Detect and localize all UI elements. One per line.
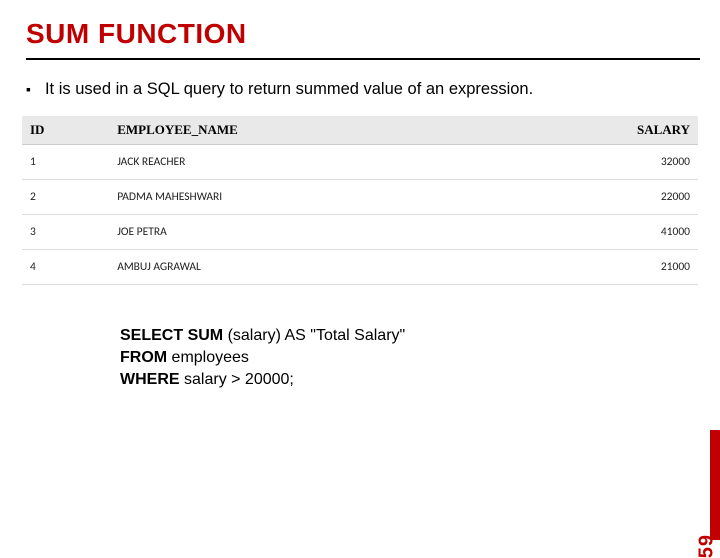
sql-query: SELECT SUM (salary) AS "Total Salary" FR… [120,325,694,391]
cell-name: JOE PETRA [109,215,500,250]
accent-side-bar [710,430,720,540]
where-clause: salary > 20000; [180,371,294,388]
col-id: ID [22,116,109,145]
cell-id: 2 [22,180,109,215]
bullet-text: It is used in a SQL query to return summ… [45,78,533,100]
table-row: 3 JOE PETRA 41000 [22,215,698,250]
cell-name: AMBUJ AGRAWAL [109,250,500,285]
table-row: 4 AMBUJ AGRAWAL 21000 [22,250,698,285]
table-row: 2 PADMA MAHESHWARI 22000 [22,180,698,215]
cell-name: PADMA MAHESHWARI [109,180,500,215]
cell-salary: 41000 [500,215,698,250]
cell-name: JACK REACHER [109,145,500,180]
query-line-select: SELECT SUM (salary) AS "Total Salary" [120,325,694,347]
employee-table: ID EMPLOYEE_NAME SALARY 1 JACK REACHER 3… [22,116,698,285]
cell-id: 1 [22,145,109,180]
cell-id: 4 [22,250,109,285]
page-number: 59 [695,534,718,558]
col-salary: SALARY [500,116,698,145]
table-header-row: ID EMPLOYEE_NAME SALARY [22,116,698,145]
col-employee-name: EMPLOYEE_NAME [109,116,500,145]
bullet-item: ▪ It is used in a SQL query to return su… [0,60,720,110]
table-row: 1 JACK REACHER 32000 [22,145,698,180]
keyword-where: WHERE [120,371,180,388]
bullet-square-icon: ▪ [26,78,31,100]
keyword-select-sum: SELECT SUM [120,327,223,344]
keyword-from: FROM [120,349,167,366]
cell-salary: 22000 [500,180,698,215]
cell-salary: 21000 [500,250,698,285]
slide-title: SUM FUNCTION [0,0,720,58]
cell-salary: 32000 [500,145,698,180]
select-clause: (salary) AS "Total Salary" [223,327,405,344]
from-clause: employees [167,349,249,366]
cell-id: 3 [22,215,109,250]
query-line-from: FROM employees [120,347,694,369]
query-line-where: WHERE salary > 20000; [120,369,694,391]
